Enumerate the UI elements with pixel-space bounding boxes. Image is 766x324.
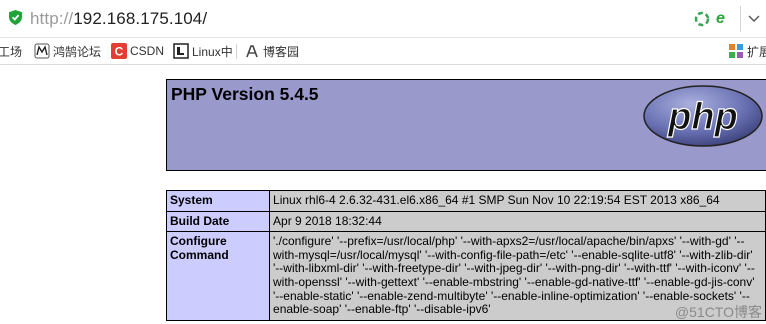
security-shield-icon[interactable]: [9, 10, 22, 25]
url-host: 192.168.175.104/: [73, 9, 208, 28]
row-key: Build Date: [165, 210, 271, 233]
ie-compat-icon[interactable]: e: [716, 11, 732, 27]
page-content: PHP Version 5.4.5 php System Linux rhl6-…: [0, 65, 766, 324]
csdn-icon: C: [111, 43, 127, 59]
bookmark-label: 博客园: [263, 44, 300, 59]
row-key: System: [165, 190, 271, 212]
page-title: PHP Version 5.4.5: [171, 84, 319, 104]
bookmark-label: 鸿鹄论坛: [53, 44, 102, 59]
bookmark-separator: [236, 44, 237, 59]
linux-icon: [173, 43, 189, 59]
loading-spinner-icon: [694, 11, 710, 27]
url-text[interactable]: http://192.168.175.104/: [30, 9, 207, 29]
table-row: Build Date Apr 9 2018 18:32:44: [165, 210, 766, 233]
bookmark-item[interactable]: 博客园: [244, 42, 299, 60]
row-key: Configure Command: [165, 231, 271, 321]
apps-icon: [729, 44, 743, 58]
url-protocol: http://: [30, 9, 74, 28]
php-logo-icon[interactable]: php: [642, 84, 764, 148]
bookmarks-bar: 工场 鸿鹄论坛 C CSDN Linux中 博客园 扩展: [0, 38, 766, 65]
bookmark-label: 工场: [0, 44, 23, 59]
bookmark-label: Linux中: [192, 44, 233, 59]
address-bar[interactable]: http://192.168.175.104/ e: [0, 0, 766, 38]
bookmark-item[interactable]: Linux中: [173, 42, 233, 60]
php-header: PHP Version 5.4.5 php: [166, 79, 766, 171]
bookmark-item[interactable]: C CSDN: [111, 42, 164, 60]
bookmark-label: 扩展: [747, 44, 766, 59]
row-value: Linux rhl6-4 2.6.32-431.el6.x86_64 #1 SM…: [269, 190, 766, 212]
cnblogs-icon: [246, 45, 258, 58]
hh-logo-icon: [34, 43, 50, 59]
php-logo-text: php: [667, 96, 738, 138]
bookmark-item[interactable]: 鸿鹄论坛: [34, 42, 101, 60]
chevron-down-icon: [748, 15, 759, 22]
bookmark-item[interactable]: 工场: [0, 42, 22, 60]
bookmark-label: CSDN: [130, 44, 165, 58]
row-value: Apr 9 2018 18:32:44: [269, 210, 766, 233]
watermark: @51CTO博客: [674, 304, 762, 320]
svg-text:C: C: [115, 45, 124, 59]
table-row: System Linux rhl6-4 2.6.32-431.el6.x86_6…: [165, 190, 766, 212]
extensions-button[interactable]: 扩展: [728, 42, 766, 60]
address-dropdown-button[interactable]: [740, 6, 766, 32]
